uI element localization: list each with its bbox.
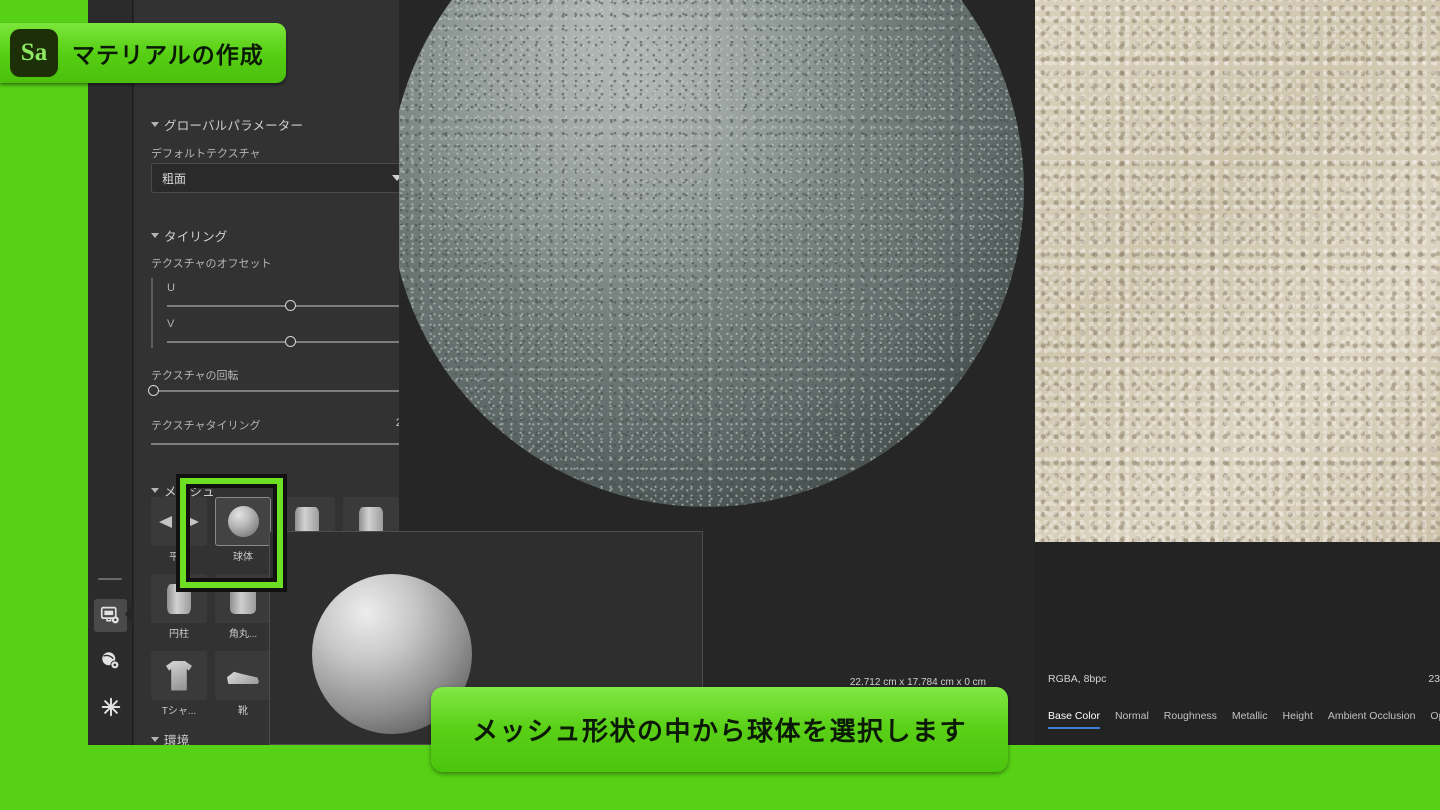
- mesh-thumbnail: [215, 497, 271, 546]
- mesh-label: 円柱: [169, 629, 189, 640]
- display-gear-icon: [100, 606, 119, 624]
- mesh-label: Tシャ...: [161, 706, 197, 717]
- viewport-seam-line: [710, 0, 711, 507]
- rail-item-effects[interactable]: [94, 690, 127, 723]
- caption-banner: メッシュ形状の中から球体を選択します: [431, 687, 1008, 772]
- title-badge: Sa マテリアルの作成: [0, 23, 286, 83]
- panel-expand-arrow[interactable]: [125, 602, 134, 626]
- mesh-item-plane[interactable]: 平面: [151, 497, 207, 567]
- caption-text: メッシュ形状の中から球体を選択します: [471, 716, 967, 746]
- texture-format-label: RGBA, 8bpc: [1048, 673, 1107, 685]
- tab-opacity[interactable]: Opac: [1430, 710, 1440, 727]
- mesh-item-tshirt[interactable]: Tシャ...: [151, 651, 207, 721]
- offset-u-label: U: [167, 282, 175, 294]
- offset-u-slider[interactable]: [167, 300, 413, 312]
- tshirt-icon: [166, 660, 192, 691]
- snowflake-icon: [101, 697, 120, 716]
- texture-rotation-slider[interactable]: [147, 385, 413, 397]
- left-tool-rail: [88, 0, 134, 745]
- substance-sampler-logo: Sa: [10, 29, 58, 77]
- chevron-down-icon: [151, 122, 159, 127]
- slider-track: [151, 390, 413, 392]
- tab-height[interactable]: Height: [1283, 710, 1313, 727]
- tab-normal[interactable]: Normal: [1115, 710, 1149, 727]
- rail-divider: [98, 578, 122, 580]
- texture-channel-tabs: Base Color Normal Roughness Metallic Hei…: [1048, 710, 1440, 729]
- mesh-thumbnail: [215, 574, 271, 623]
- rail-item-display-settings[interactable]: [94, 599, 127, 632]
- texture-rotation-label: テクスチャの回転: [151, 370, 239, 382]
- mesh-item-sphere[interactable]: 球体: [215, 497, 271, 567]
- mesh-thumbnail: [215, 651, 271, 700]
- rounded-cube-icon: [230, 583, 256, 614]
- mesh-thumbnail: [151, 574, 207, 623]
- tab-metallic[interactable]: Metallic: [1232, 710, 1268, 727]
- slider-track: [151, 443, 413, 445]
- texture-offset-label: テクスチャのオフセット: [151, 258, 272, 270]
- cylinder-icon: [167, 583, 191, 614]
- mesh-label: 球体: [233, 552, 253, 563]
- slider-knob[interactable]: [284, 300, 296, 311]
- texture-tiling-label: テクスチャタイリング: [151, 420, 261, 432]
- plane-icon: [159, 515, 199, 529]
- mesh-label: 角丸...: [228, 629, 258, 640]
- section-header-tiling[interactable]: タイリング: [151, 226, 228, 245]
- offset-v-label: V: [167, 318, 175, 330]
- chevron-down-icon: [151, 737, 159, 742]
- section-title: 環境: [164, 734, 190, 745]
- shoe-icon: [227, 671, 259, 684]
- mesh-label: 平面: [169, 552, 189, 563]
- texture-size-label: 23: [1428, 673, 1440, 685]
- viewport-sphere-preview: [399, 0, 1024, 507]
- sphere-gear-icon: [102, 652, 120, 670]
- chevron-down-icon: [151, 233, 159, 238]
- default-texture-dropdown[interactable]: 粗面: [151, 163, 413, 193]
- mesh-label: 靴: [238, 706, 248, 717]
- texture-panel: RGBA, 8bpc 23 Base Color Normal Roughnes…: [1035, 0, 1440, 745]
- chevron-down-icon: [151, 488, 159, 493]
- sphere-icon: [227, 506, 259, 537]
- offset-v-slider[interactable]: [167, 336, 413, 348]
- texture-tiling-slider[interactable]: [151, 438, 419, 450]
- viewport-sphere-texture: [399, 0, 1024, 507]
- mesh-item-shoe[interactable]: 靴: [215, 651, 271, 721]
- mesh-item-cylinder[interactable]: 円柱: [151, 574, 207, 644]
- slider-knob[interactable]: [284, 336, 296, 347]
- screen-background: グローバルパラメーター デフォルトテクスチャ 粗面 タイリング テクスチャのオフ…: [0, 0, 1440, 810]
- tab-ambient-occlusion[interactable]: Ambient Occlusion: [1328, 710, 1416, 727]
- default-texture-value: 粗面: [162, 171, 187, 186]
- tab-base-color[interactable]: Base Color: [1048, 710, 1100, 729]
- mesh-thumbnail: [151, 651, 207, 700]
- default-texture-label: デフォルトテクスチャ: [151, 148, 261, 160]
- section-header-environment[interactable]: 環境: [151, 730, 189, 745]
- section-header-global-parameters[interactable]: グローバルパラメーター: [151, 115, 303, 134]
- title-text: マテリアルの作成: [72, 42, 264, 68]
- section-title: グローバルパラメーター: [164, 119, 304, 133]
- texture-preview-image[interactable]: [1035, 0, 1440, 542]
- application-window: グローバルパラメーター デフォルトテクスチャ 粗面 タイリング テクスチャのオフ…: [88, 0, 1440, 745]
- section-title: タイリング: [164, 230, 228, 244]
- tab-roughness[interactable]: Roughness: [1164, 710, 1217, 727]
- slider-knob[interactable]: [147, 385, 159, 396]
- mesh-item-rounded-cube[interactable]: 角丸...: [215, 574, 271, 644]
- rail-item-material-settings[interactable]: [94, 644, 127, 677]
- mesh-thumbnail: [151, 497, 207, 546]
- offset-group-indent: [151, 278, 153, 348]
